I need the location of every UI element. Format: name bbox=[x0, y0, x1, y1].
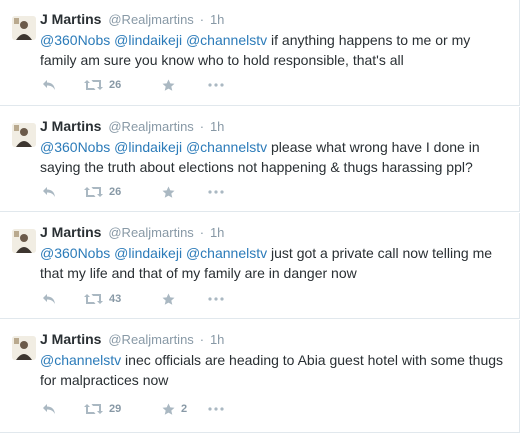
retweet-button[interactable]: 26 bbox=[84, 183, 121, 201]
author-name[interactable]: J Martins bbox=[40, 118, 101, 134]
retweet-icon bbox=[84, 293, 103, 305]
retweet-count: 26 bbox=[109, 186, 122, 198]
separator: · bbox=[199, 12, 205, 27]
reply-icon bbox=[42, 79, 56, 91]
mention-link[interactable]: @360Nobs bbox=[40, 245, 110, 261]
mention-link[interactable]: @channelstv bbox=[186, 245, 267, 261]
author-name[interactable]: J Martins bbox=[40, 11, 101, 27]
avatar[interactable] bbox=[12, 16, 36, 40]
tweet-card[interactable]: J Martins @Realjmartins · 1h @360Nobs @l… bbox=[0, 0, 520, 106]
mention-link[interactable]: @360Nobs bbox=[40, 139, 110, 155]
retweet-icon bbox=[84, 403, 103, 415]
tweet-header: J Martins @Realjmartins · 1h bbox=[40, 118, 224, 135]
retweet-button[interactable]: 29 bbox=[84, 400, 121, 418]
mention-link[interactable]: @lindaikeji bbox=[114, 245, 182, 261]
more-button[interactable] bbox=[208, 76, 224, 94]
mention-link[interactable]: @channelstv bbox=[40, 352, 121, 368]
tweet-feed: J Martins @Realjmartins · 1h @360Nobs @l… bbox=[0, 0, 522, 436]
retweet-count: 26 bbox=[109, 79, 122, 91]
author-handle[interactable]: @Realjmartins bbox=[108, 119, 193, 134]
reply-button[interactable] bbox=[42, 76, 56, 94]
tweet-card[interactable]: J Martins @Realjmartins · 1h @360Nobs @l… bbox=[0, 107, 520, 212]
star-icon bbox=[162, 403, 175, 416]
retweet-button[interactable]: 26 bbox=[84, 76, 121, 94]
tweet-header: J Martins @Realjmartins · 1h bbox=[40, 331, 224, 348]
timestamp[interactable]: 1h bbox=[210, 332, 224, 347]
favorite-button[interactable] bbox=[162, 290, 181, 308]
tweet-header: J Martins @Realjmartins · 1h bbox=[40, 224, 224, 241]
tweet-text: @360Nobs @lindaikeji @channelstv please … bbox=[40, 137, 510, 177]
star-icon bbox=[162, 293, 175, 306]
favorite-button[interactable] bbox=[162, 183, 181, 201]
mention-link[interactable]: @channelstv bbox=[186, 139, 267, 155]
author-handle[interactable]: @Realjmartins bbox=[108, 12, 193, 27]
reply-button[interactable] bbox=[42, 290, 56, 308]
more-button[interactable] bbox=[208, 290, 224, 308]
favorite-button[interactable] bbox=[162, 76, 181, 94]
reply-icon bbox=[42, 293, 56, 305]
separator: · bbox=[199, 332, 205, 347]
more-icon bbox=[208, 190, 224, 194]
author-name[interactable]: J Martins bbox=[40, 224, 101, 240]
star-icon bbox=[162, 186, 175, 199]
author-handle[interactable]: @Realjmartins bbox=[108, 225, 193, 240]
timestamp[interactable]: 1h bbox=[210, 119, 224, 134]
retweet-count: 29 bbox=[109, 403, 122, 415]
more-icon bbox=[208, 83, 224, 87]
author-handle[interactable]: @Realjmartins bbox=[108, 332, 193, 347]
avatar[interactable] bbox=[12, 229, 36, 253]
tweet-text: @channelstv inec officials are heading t… bbox=[40, 350, 510, 390]
timestamp[interactable]: 1h bbox=[210, 225, 224, 240]
more-button[interactable] bbox=[208, 400, 224, 418]
favorite-button[interactable]: 2 bbox=[162, 400, 187, 418]
reply-icon bbox=[42, 403, 56, 415]
mention-link[interactable]: @lindaikeji bbox=[114, 32, 182, 48]
retweet-button[interactable]: 43 bbox=[84, 290, 121, 308]
reply-button[interactable] bbox=[42, 400, 56, 418]
mention-link[interactable]: @360Nobs bbox=[40, 32, 110, 48]
reply-button[interactable] bbox=[42, 183, 56, 201]
retweet-count: 43 bbox=[109, 293, 122, 305]
star-icon bbox=[162, 79, 175, 92]
timestamp[interactable]: 1h bbox=[210, 12, 224, 27]
more-button[interactable] bbox=[208, 183, 224, 201]
avatar[interactable] bbox=[12, 336, 36, 360]
separator: · bbox=[199, 119, 205, 134]
reply-icon bbox=[42, 186, 56, 198]
favorite-count: 2 bbox=[181, 403, 188, 415]
author-name[interactable]: J Martins bbox=[40, 331, 101, 347]
tweet-card[interactable]: J Martins @Realjmartins · 1h @360Nobs @l… bbox=[0, 213, 520, 319]
retweet-icon bbox=[84, 186, 103, 198]
retweet-icon bbox=[84, 79, 103, 91]
more-icon bbox=[208, 297, 224, 301]
tweet-text: @360Nobs @lindaikeji @channelstv just go… bbox=[40, 243, 510, 283]
tweet-header: J Martins @Realjmartins · 1h bbox=[40, 11, 224, 28]
mention-link[interactable]: @lindaikeji bbox=[114, 139, 182, 155]
more-icon bbox=[208, 407, 224, 411]
separator: · bbox=[199, 225, 205, 240]
tweet-text: @360Nobs @lindaikeji @channelstv if anyt… bbox=[40, 30, 510, 70]
mention-link[interactable]: @channelstv bbox=[186, 32, 267, 48]
avatar[interactable] bbox=[12, 123, 36, 147]
tweet-card[interactable]: J Martins @Realjmartins · 1h @channelstv… bbox=[0, 320, 520, 433]
